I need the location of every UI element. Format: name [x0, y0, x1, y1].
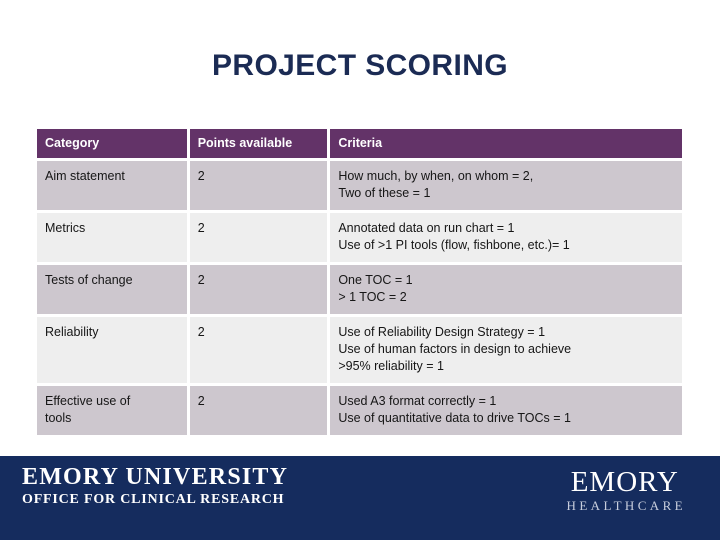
- emory-healthcare-wordmark: EMORY: [570, 466, 679, 498]
- column-header-criteria: Criteria: [330, 129, 682, 158]
- cell-text: Reliability: [45, 325, 99, 339]
- cell-text: Metrics: [45, 221, 86, 235]
- table-header-row: Category Points available Criteria: [37, 129, 682, 158]
- table-body: Aim statement 2 How much, by when, on wh…: [37, 161, 682, 435]
- emory-healthcare-logo: EMORY HEALTHCARE: [564, 466, 686, 514]
- cell-category: Tests of change: [37, 265, 187, 314]
- table-header: Category Points available Criteria: [37, 129, 682, 158]
- cell-text: 2: [197, 169, 205, 183]
- cell-criteria: One TOC = 1 > 1 TOC = 2: [330, 265, 682, 314]
- cell-text-line: One TOC = 1: [338, 273, 413, 287]
- cell-text-line: Use of quantitative data to drive TOCs =…: [338, 411, 571, 425]
- cell-category: Reliability: [37, 317, 187, 383]
- cell-points: 2: [189, 317, 328, 383]
- cell-text-line: Two of these = 1: [338, 186, 431, 200]
- column-header-points-available: Points available: [189, 129, 328, 158]
- cell-points: 2: [189, 213, 328, 262]
- emory-university-lockup: EMORY UNIVERSITY OFFICE FOR CLINICAL RES…: [22, 464, 288, 509]
- emory-university-office-line: OFFICE FOR CLINICAL RESEARCH: [22, 492, 285, 507]
- cell-text-line: > 1 TOC = 2: [338, 290, 407, 304]
- cell-criteria: How much, by when, on whom = 2, Two of t…: [330, 161, 682, 210]
- cell-points: 2: [189, 161, 328, 210]
- table-row: Metrics 2 Annotated data on run chart = …: [37, 213, 682, 262]
- cell-text-line: Use of Reliability Design Strategy = 1: [338, 325, 546, 339]
- cell-category: Metrics: [37, 213, 187, 262]
- cell-text-line: Used A3 format correctly = 1: [338, 394, 497, 408]
- emory-university-name: EMORY UNIVERSITY: [22, 464, 289, 490]
- cell-text: Aim statement: [45, 169, 125, 183]
- emory-healthcare-subtitle: HEALTHCARE: [566, 498, 686, 513]
- cell-criteria: Used A3 format correctly = 1 Use of quan…: [330, 386, 682, 435]
- cell-text-line: How much, by when, on whom = 2,: [338, 169, 534, 183]
- cell-text: 2: [197, 394, 205, 408]
- table-row: Effective use of tools 2 Used A3 format …: [37, 386, 682, 435]
- cell-text: 2: [197, 325, 205, 339]
- cell-text: Tests of change: [45, 273, 133, 287]
- column-header-category: Category: [37, 129, 187, 158]
- cell-text-line: Use of >1 PI tools (flow, fishbone, etc.…: [338, 238, 570, 252]
- page-title: PROJECT SCORING: [211, 49, 509, 82]
- table-row: Reliability 2 Use of Reliability Design …: [37, 317, 682, 383]
- cell-text-line: Effective use of: [45, 394, 131, 408]
- cell-criteria: Use of Reliability Design Strategy = 1 U…: [330, 317, 682, 383]
- cell-text-line: Annotated data on run chart = 1: [338, 221, 515, 235]
- table-row: Tests of change 2 One TOC = 1 > 1 TOC = …: [37, 265, 682, 314]
- cell-text: 2: [197, 273, 205, 287]
- footer-bar: EMORY UNIVERSITY OFFICE FOR CLINICAL RES…: [0, 456, 720, 540]
- slide-canvas: PROJECT SCORING Category Points availabl…: [0, 0, 720, 540]
- cell-points: 2: [189, 386, 328, 435]
- project-scoring-table: Category Points available Criteria Aim s…: [34, 126, 685, 438]
- cell-text-line: >95% reliability = 1: [338, 359, 444, 373]
- cell-points: 2: [189, 265, 328, 314]
- cell-text-line: Use of human factors in design to achiev…: [338, 342, 572, 356]
- cell-text: 2: [197, 221, 205, 235]
- table-row: Aim statement 2 How much, by when, on wh…: [37, 161, 682, 210]
- cell-criteria: Annotated data on run chart = 1 Use of >…: [330, 213, 682, 262]
- cell-text-line: tools: [45, 411, 72, 425]
- cell-category: Effective use of tools: [37, 386, 187, 435]
- cell-category: Aim statement: [37, 161, 187, 210]
